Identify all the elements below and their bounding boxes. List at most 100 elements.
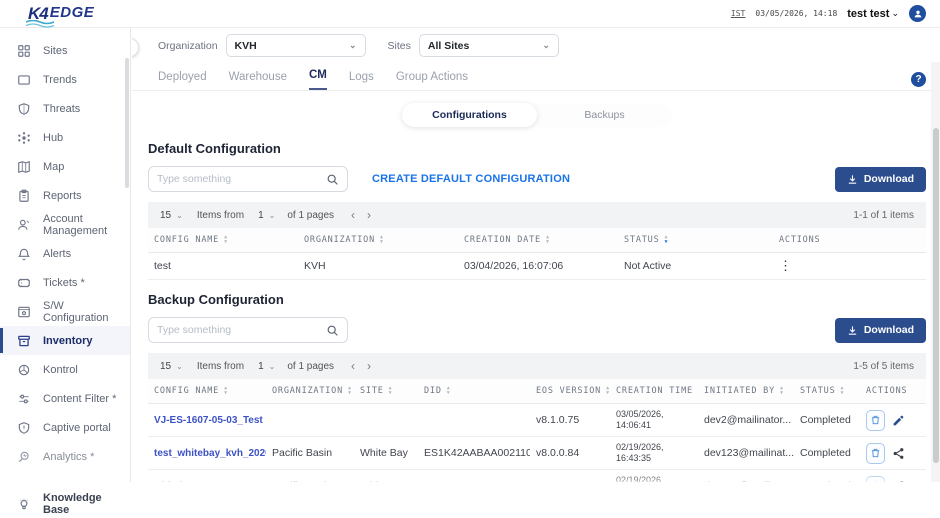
sidebar-item-label: Trends (43, 74, 77, 86)
view-toggle: Configurations Backups (148, 103, 926, 127)
sites-select[interactable]: All Sites ⌄ (419, 34, 559, 57)
tab-warehouse[interactable]: Warehouse (229, 71, 287, 90)
col-status[interactable]: STATUS (618, 228, 773, 253)
user-menu[interactable]: test test ⌄ (847, 8, 899, 20)
tab-cm[interactable]: CM (309, 69, 327, 90)
sidebar-item-map[interactable]: Map (0, 152, 130, 181)
sidebar-item-captive-portal[interactable]: Captive portal (0, 413, 130, 442)
col-initiated-by[interactable]: INITIATED BY (698, 379, 794, 404)
search-input[interactable] (157, 173, 326, 185)
cell-status: Completed (794, 437, 860, 470)
sort-icon[interactable] (841, 386, 845, 395)
sidebar-item-content-filter[interactable]: Content Filter * (0, 384, 130, 413)
sort-icon[interactable] (224, 386, 228, 395)
page-number-select[interactable]: 1⌄ (258, 361, 275, 372)
sidebar-item-label: Tickets * (43, 277, 85, 289)
next-page-button[interactable]: › (364, 208, 374, 222)
toggle-backups[interactable]: Backups (537, 103, 672, 127)
col-config-name[interactable]: CONFIG NAME (148, 379, 266, 404)
search-input[interactable] (157, 324, 326, 336)
col-organization[interactable]: ORGANIZATION (298, 228, 458, 253)
col-did[interactable]: DID (418, 379, 530, 404)
col-eos-version[interactable]: EOS VERSION (530, 379, 610, 404)
table-header-row: CONFIG NAME ORGANIZATION SITE DID EOS VE… (148, 379, 926, 404)
backup-config-search[interactable] (148, 317, 348, 343)
sidebar-item-inventory[interactable]: Inventory (0, 326, 130, 355)
timezone-label[interactable]: IST (731, 9, 745, 18)
sidebar-item-alerts[interactable]: Alerts (0, 239, 130, 268)
tab-deployed[interactable]: Deployed (158, 71, 207, 90)
col-organization[interactable]: ORGANIZATION (266, 379, 354, 404)
edit-button[interactable] (892, 414, 905, 427)
of-pages-label: of 1 pages (287, 210, 334, 221)
pencil-icon (892, 414, 905, 427)
search-icon (326, 173, 339, 186)
sort-icon[interactable] (606, 386, 610, 395)
sidebar-item-label: Account Management (43, 213, 130, 237)
sidebar-item-knowledge-base[interactable]: Knowledge Base (0, 489, 130, 518)
cell-creation-date: 02/19/2026, (616, 442, 692, 453)
col-creation-time[interactable]: CREATION TIME (610, 379, 698, 404)
delete-button[interactable] (866, 443, 885, 464)
kebab-menu-icon[interactable]: ⋮ (779, 258, 792, 273)
sidebar-item-label: Content Filter * (43, 393, 116, 405)
sidebar-item-account-management[interactable]: Account Management (0, 210, 130, 239)
cell-site: White Bay (354, 437, 418, 470)
sidebar-item-tickets[interactable]: Tickets * (0, 268, 130, 297)
sidebar-item-trends[interactable]: Trends (0, 65, 130, 94)
sidebar-item-sw-configuration[interactable]: S/W Configuration (0, 297, 130, 326)
sidebar-item-sites[interactable]: Sites (0, 36, 130, 65)
sidebar-collapse-button[interactable]: ‹ (132, 38, 139, 57)
config-name-link[interactable]: test_whitebay_kvh_2026 (154, 448, 266, 459)
sidebar-item-kontrol[interactable]: Kontrol (0, 355, 130, 384)
next-page-button[interactable]: › (364, 359, 374, 373)
col-status[interactable]: STATUS (794, 379, 860, 404)
sidebar-scrollbar[interactable] (125, 58, 129, 188)
items-from-label: Items from (197, 361, 244, 372)
sidebar-item-threats[interactable]: Threats (0, 94, 130, 123)
chevron-down-icon: ⌄ (176, 362, 183, 371)
col-config-name[interactable]: CONFIG NAME (148, 228, 298, 253)
software-icon (16, 304, 31, 319)
col-creation-date[interactable]: CREATION DATE (458, 228, 618, 253)
sidebar-item-hub[interactable]: Hub (0, 123, 130, 152)
cell-eos-version: v8.0.0.84 (530, 470, 610, 483)
help-icon[interactable]: ? (911, 72, 926, 87)
sort-icon[interactable] (224, 235, 228, 244)
prev-page-button[interactable]: ‹ (348, 208, 358, 222)
tab-group-actions[interactable]: Group Actions (396, 71, 468, 90)
sidebar-item-analytics[interactable]: Analytics * (0, 442, 130, 471)
delete-button[interactable] (866, 410, 885, 431)
default-config-toolbar: CREATE DEFAULT CONFIGURATION Download (148, 166, 926, 192)
share-button[interactable] (892, 447, 905, 460)
sort-icon[interactable] (546, 235, 550, 244)
sidebar-item-reports[interactable]: Reports (0, 181, 130, 210)
sidebar-item-label: Sites (43, 45, 67, 57)
create-default-configuration-link[interactable]: CREATE DEFAULT CONFIGURATION (372, 173, 570, 185)
page-size-select[interactable]: 15⌄ (160, 361, 183, 372)
prev-page-button[interactable]: ‹ (348, 359, 358, 373)
download-label: Download (864, 173, 914, 185)
page-size-select[interactable]: 15⌄ (160, 210, 183, 221)
avatar[interactable] (909, 5, 926, 22)
default-config-search[interactable] (148, 166, 348, 192)
default-download-button[interactable]: Download (835, 167, 926, 192)
toggle-configurations[interactable]: Configurations (402, 103, 537, 127)
delete-button[interactable] (866, 476, 885, 483)
sort-icon[interactable] (780, 386, 784, 395)
sort-icon[interactable] (447, 386, 451, 395)
tab-logs[interactable]: Logs (349, 71, 374, 90)
sort-icon[interactable] (665, 235, 669, 244)
download-icon (847, 325, 858, 336)
config-name-link[interactable]: VJ-ES-1607-05-03_Test (154, 415, 263, 426)
sort-icon[interactable] (348, 386, 352, 395)
page-scrollbar[interactable] (931, 62, 940, 482)
col-site[interactable]: SITE (354, 379, 418, 404)
sort-icon[interactable] (389, 386, 393, 395)
sites-value: All Sites (428, 40, 469, 52)
scrollbar-thumb[interactable] (933, 128, 939, 463)
page-number-select[interactable]: 1⌄ (258, 210, 275, 221)
backup-download-button[interactable]: Download (835, 318, 926, 343)
organization-select[interactable]: KVH ⌄ (226, 34, 366, 57)
sort-icon[interactable] (380, 235, 384, 244)
